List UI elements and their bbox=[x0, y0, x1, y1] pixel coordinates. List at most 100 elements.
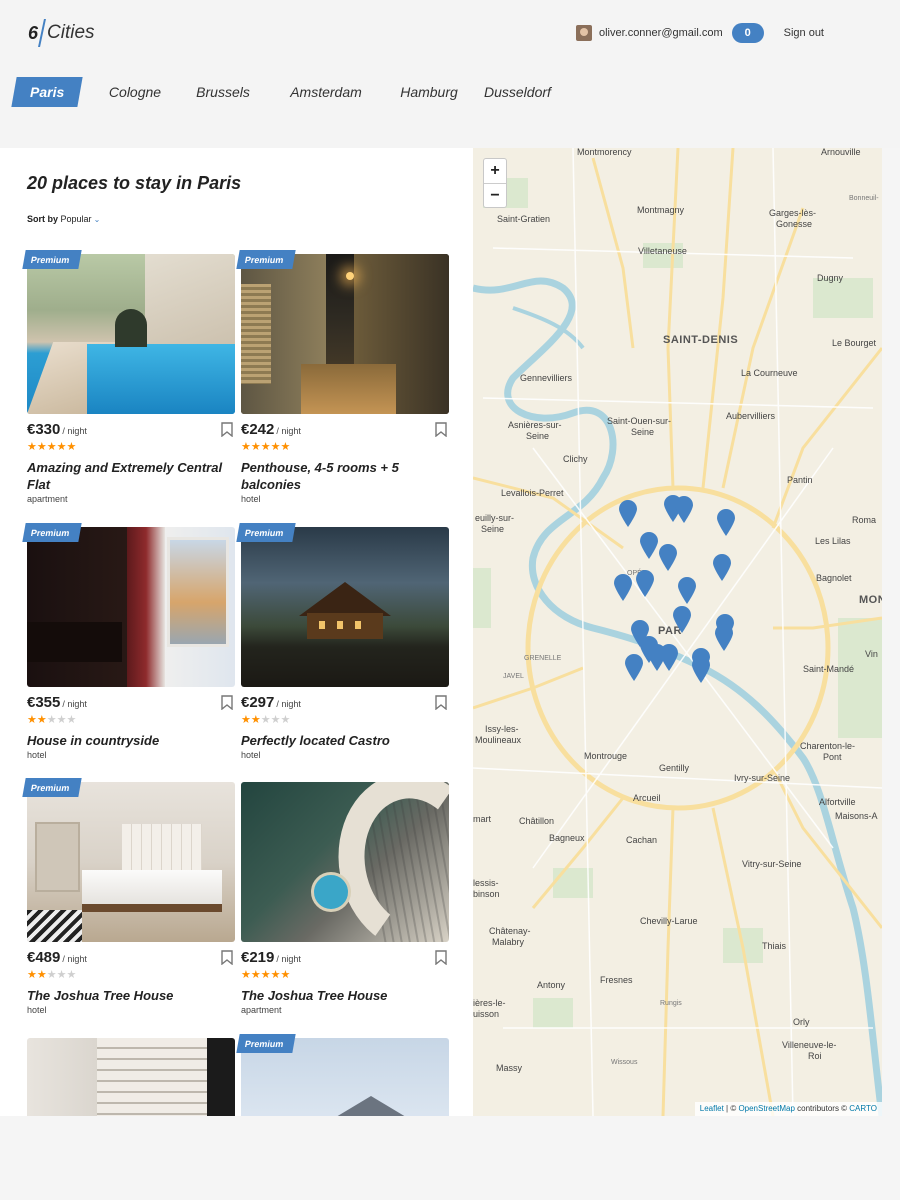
map-pin-icon[interactable] bbox=[712, 553, 732, 582]
map-label: Montrouge bbox=[584, 751, 628, 761]
offer-card[interactable]: Premium €297/ night ★★★★★ Perfectly loca… bbox=[236, 523, 449, 760]
offer-name[interactable]: Perfectly located Castro bbox=[241, 732, 449, 749]
map-pin-icon[interactable] bbox=[635, 569, 655, 598]
tab-dusseldorf[interactable]: Dusseldorf bbox=[484, 77, 551, 107]
star-icon: ★ bbox=[260, 441, 271, 453]
offer-price: €242/ night bbox=[241, 420, 301, 438]
map-pin-icon[interactable] bbox=[613, 573, 633, 602]
offer-name[interactable]: Amazing and Extremely Central Flat bbox=[27, 459, 235, 493]
offer-name[interactable]: Penthouse, 4-5 rooms + 5 balconies bbox=[241, 459, 449, 493]
offer-name[interactable]: The Joshua Tree House bbox=[27, 987, 235, 1004]
offer-card[interactable]: Premium €242/ night ★★★★★ Penthouse, 4-5… bbox=[236, 250, 449, 504]
bookmark-icon[interactable] bbox=[221, 421, 233, 437]
bookmark-icon[interactable] bbox=[435, 949, 447, 965]
rating-stars: ★★★★★ bbox=[27, 714, 235, 726]
map-pin-icon[interactable] bbox=[672, 605, 692, 634]
offer-card[interactable]: Premium bbox=[236, 1034, 449, 1116]
sign-out-link[interactable]: Sign out bbox=[784, 27, 824, 39]
favorites-count-badge[interactable]: 0 bbox=[731, 23, 764, 43]
offer-card[interactable]: Premium €355/ night ★★★★★ House in count… bbox=[22, 523, 235, 760]
map-pin-icon[interactable] bbox=[639, 531, 659, 560]
map-pin-icon[interactable] bbox=[674, 495, 694, 524]
osm-link[interactable]: OpenStreetMap bbox=[738, 1104, 794, 1113]
zoom-in-button[interactable]: + bbox=[484, 159, 506, 183]
tab-label: Cologne bbox=[108, 84, 162, 100]
map-pin-icon[interactable] bbox=[691, 655, 711, 684]
map[interactable]: + − Montmorency Arnouville Bonneuil- Mon… bbox=[473, 148, 882, 1116]
star-icon: ★ bbox=[46, 441, 57, 453]
map-pin-icon[interactable] bbox=[677, 576, 697, 605]
zoom-out-button[interactable]: − bbox=[484, 183, 506, 207]
map-pin-icon[interactable] bbox=[659, 643, 679, 672]
star-icon: ★ bbox=[66, 441, 77, 453]
premium-badge: Premium bbox=[22, 523, 82, 542]
offer-image[interactable] bbox=[241, 254, 449, 414]
logo[interactable]: 6 Cities bbox=[28, 18, 95, 48]
bookmark-icon[interactable] bbox=[435, 694, 447, 710]
offer-card[interactable] bbox=[27, 1038, 235, 1116]
map-label: Arnouville bbox=[821, 148, 861, 157]
offer-image[interactable] bbox=[27, 254, 235, 414]
map-pin-icon[interactable] bbox=[658, 543, 678, 572]
zoom-control: + − bbox=[483, 158, 507, 208]
rating-stars: ★★★★★ bbox=[241, 969, 449, 981]
map-label: Asnières-sur- bbox=[508, 420, 562, 430]
attribution-contributors: contributors © bbox=[794, 1104, 850, 1113]
premium-badge: Premium bbox=[22, 250, 82, 269]
carto-link[interactable]: CARTO bbox=[849, 1104, 877, 1113]
user-email[interactable]: oliver.conner@gmail.com bbox=[599, 27, 723, 39]
map-label: Chevilly-Larue bbox=[640, 916, 698, 926]
offer-name[interactable]: The Joshua Tree House bbox=[241, 987, 449, 1004]
map-label: Montmorency bbox=[577, 148, 632, 157]
offer-card[interactable]: €219/ night ★★★★★ The Joshua Tree House … bbox=[241, 782, 449, 1015]
offer-price: €330/ night bbox=[27, 420, 87, 438]
star-icon: ★ bbox=[280, 441, 291, 453]
avatar[interactable] bbox=[575, 25, 592, 41]
offer-type: hotel bbox=[241, 750, 261, 760]
map-label: Antony bbox=[537, 980, 566, 990]
tab-label: Hamburg bbox=[400, 84, 458, 100]
map-label: Alfortville bbox=[819, 797, 856, 807]
map-label: Gentilly bbox=[659, 763, 690, 773]
map-pin-icon[interactable] bbox=[714, 623, 734, 652]
offer-card[interactable]: Premium €489/ night ★★★★★ The Joshua Tre… bbox=[22, 778, 235, 1015]
offer-image[interactable] bbox=[241, 527, 449, 687]
tab-cologne[interactable]: Cologne bbox=[102, 77, 168, 107]
map-label: Issy-les- bbox=[485, 724, 519, 734]
map-label: Dugny bbox=[817, 273, 844, 283]
offer-card[interactable]: Premium €330/ night ★★★★★ Amazing and Ex… bbox=[22, 250, 235, 504]
map-pin-icon[interactable] bbox=[618, 499, 638, 528]
offer-image[interactable] bbox=[27, 527, 235, 687]
bookmark-icon[interactable] bbox=[221, 694, 233, 710]
tab-brussels[interactable]: Brussels bbox=[190, 77, 256, 107]
offer-name[interactable]: House in countryside bbox=[27, 732, 235, 749]
offer-image[interactable] bbox=[241, 782, 449, 942]
map-pin-icon[interactable] bbox=[624, 653, 644, 682]
star-icon: ★ bbox=[270, 441, 281, 453]
map-label: Gennevilliers bbox=[520, 373, 573, 383]
offer-image[interactable] bbox=[27, 782, 235, 942]
tab-hamburg[interactable]: Hamburg bbox=[396, 77, 462, 107]
map-label: Bagneux bbox=[549, 833, 585, 843]
tab-amsterdam[interactable]: Amsterdam bbox=[278, 77, 374, 107]
offer-image[interactable] bbox=[27, 1038, 235, 1116]
map-label: GRENELLE bbox=[524, 655, 562, 662]
tab-paris[interactable]: Paris bbox=[11, 77, 83, 107]
map-label: Pont bbox=[823, 752, 842, 762]
star-icon: ★ bbox=[280, 714, 291, 726]
bookmark-icon[interactable] bbox=[221, 949, 233, 965]
map-label: Rungis bbox=[660, 1000, 682, 1007]
star-icon: ★ bbox=[27, 714, 37, 726]
attribution-separator: | © bbox=[723, 1104, 739, 1113]
star-icon: ★ bbox=[27, 969, 37, 981]
map-pin-icon[interactable] bbox=[716, 508, 736, 537]
bookmark-icon[interactable] bbox=[435, 421, 447, 437]
sort-value[interactable]: Popular bbox=[61, 214, 92, 224]
offer-type: hotel bbox=[27, 750, 47, 760]
map-label: Bagnolet bbox=[816, 573, 852, 583]
map-label: MON bbox=[859, 594, 882, 606]
sort-control[interactable]: Sort by Popular ⌄ bbox=[27, 214, 100, 224]
star-icon: ★ bbox=[250, 441, 261, 453]
leaflet-link[interactable]: Leaflet bbox=[700, 1104, 724, 1113]
logo-number: 6 bbox=[28, 22, 39, 43]
